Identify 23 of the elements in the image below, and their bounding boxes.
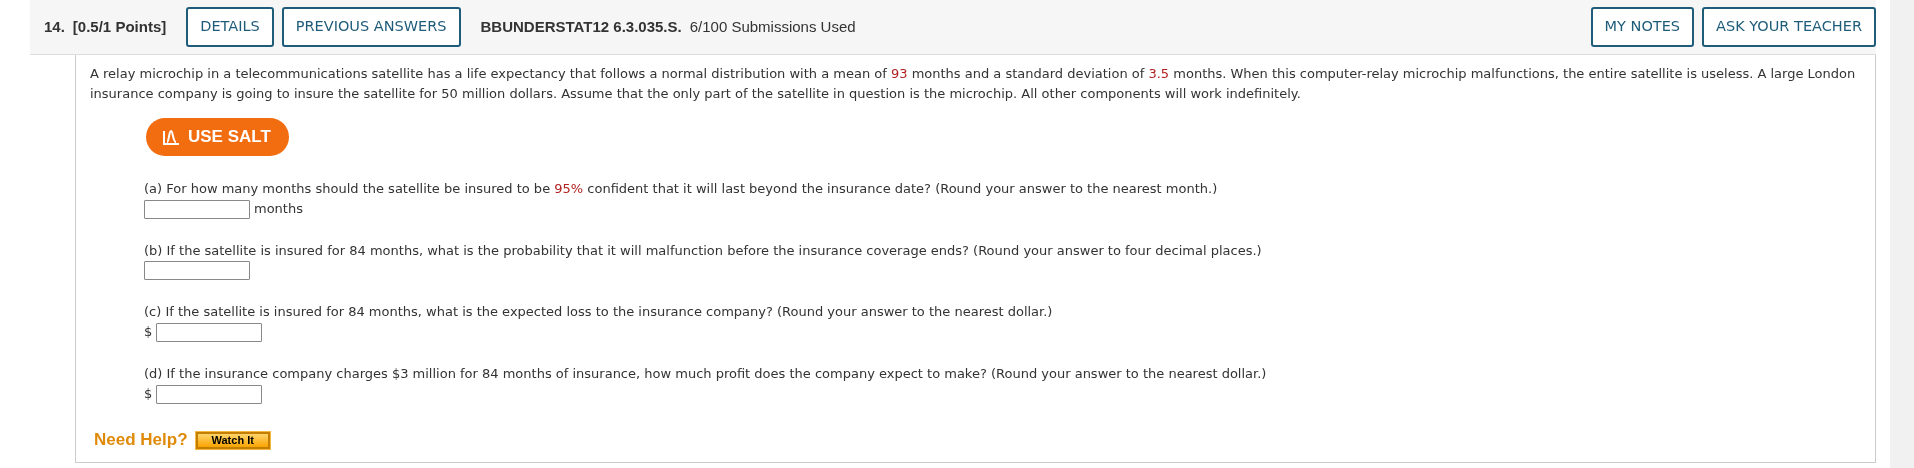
question-text: (c) If the satellite is insured for 84 months, what is the expected loss to the insurance company? (Round your answer to the nearest dollar.) bbox=[144, 303, 1054, 321]
question-text: (a) For how many months should the satellite be insured to be 95% confident that it will last beyond the insurance date? (Round your answer to the nearest month.) bbox=[144, 180, 1219, 198]
header-button[interactable]: PREVIOUS ANSWERS bbox=[281, 7, 461, 47]
submissions-count: 6/100 Submissions Used bbox=[689, 16, 856, 37]
answer-field[interactable] bbox=[144, 261, 250, 280]
header-button[interactable]: MY NOTES bbox=[1590, 7, 1695, 47]
salt-icon bbox=[162, 129, 180, 145]
unit-label: months bbox=[254, 200, 303, 218]
points-label: [0.5/1 Points] bbox=[72, 16, 167, 37]
dollar-sign: $ bbox=[144, 385, 153, 403]
answer-field[interactable] bbox=[144, 199, 250, 219]
watch-it-button[interactable]: Watch It bbox=[195, 431, 270, 449]
question-code: BBUNDERSTAT12 6.3.035.S. bbox=[480, 16, 682, 37]
answer-field[interactable] bbox=[156, 322, 263, 342]
need-help-label: Need Help? bbox=[94, 430, 188, 450]
question-text: (b) If the satellite is insured for 84 months, what is the probability that it will malfunction before the insurance coverage ends? (Round your answer to four decimal places.) bbox=[144, 242, 1263, 260]
question-text: A relay microchip in a telecommunications satellite has a life expectancy that follows a normal distribution with a mean of 93 months and a standard deviation of 3.5 months. When this computer-relay microchip malfunctions, the entire satellite is useless. A large London insurance company is going to insure the satellite for 50 million dollars. Assume that the only part of the satellite in question is the microchip. All other components will work indefinitely. bbox=[90, 65, 1857, 103]
dollar-sign: $ bbox=[144, 323, 153, 341]
header-button[interactable]: ASK YOUR TEACHER bbox=[1702, 7, 1876, 47]
answer-field[interactable] bbox=[156, 384, 263, 404]
question-number: 14. bbox=[44, 16, 65, 37]
question-text: (d) If the insurance company charges $3 million for 84 months of insurance, how much profit does the company expect to make? (Round your answer to the nearest dollar.) bbox=[144, 365, 1268, 383]
header-button[interactable]: DETAILS bbox=[186, 7, 274, 47]
